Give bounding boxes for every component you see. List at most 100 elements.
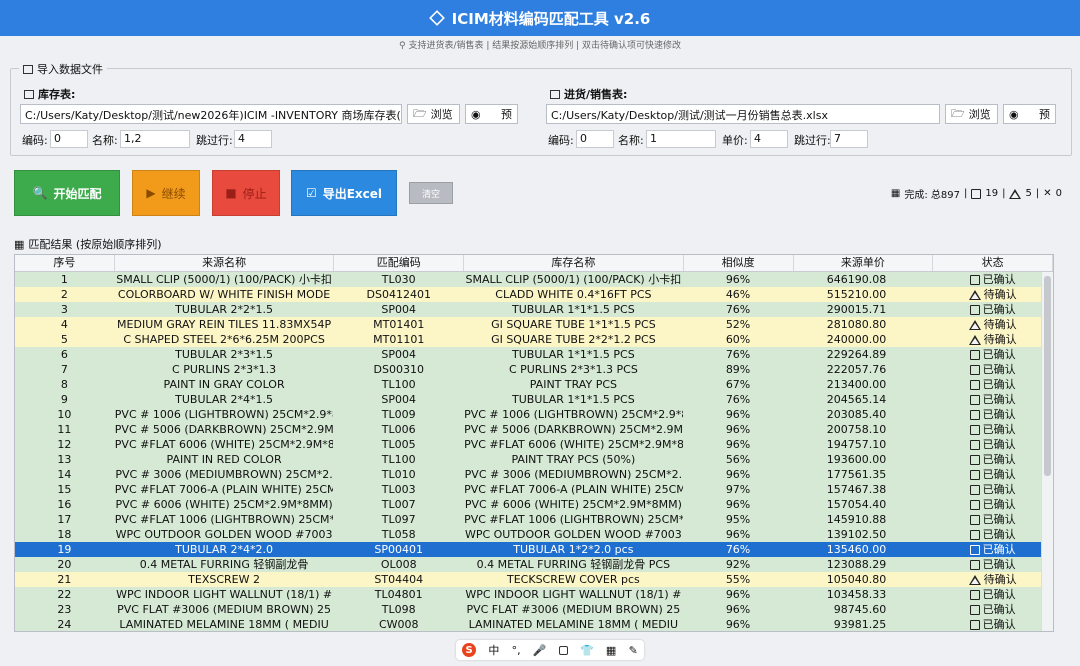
sales-preview-button[interactable]: ◉ 预 (1003, 104, 1056, 124)
table-scrollbar[interactable] (1041, 272, 1053, 631)
cell-source-name: SMALL CLIP (5000/1) (100/PACK) 小卡扣 (116, 273, 332, 286)
export-excel-button[interactable]: ☑ 导出Excel (291, 170, 397, 216)
table-row[interactable]: 5 C SHAPED STEEL 2*6*6.25M 200PCS MT01101 G… (15, 332, 1053, 347)
sogou-logo-icon[interactable]: S (462, 643, 477, 657)
cell-similarity: 97% (725, 483, 751, 496)
cell-source-price: 646190.08 (826, 273, 887, 286)
cell-index: 5 (60, 333, 68, 346)
inventory-path-field[interactable]: C:/Users/Katy/Desktop/测试/new2026年)ICIM -… (20, 104, 402, 124)
cell-similarity: 52% (725, 318, 751, 331)
status-text: 待确认 (983, 573, 1017, 586)
cell-inventory-name: GI SQUARE TUBE 1*1*1.5 PCS (491, 318, 656, 331)
cell-match-code: TL006 (381, 423, 416, 436)
start-match-button[interactable]: 🔍 开始匹配 (14, 170, 120, 216)
table-row[interactable]: 22 WPC INDOOR LIGHT WALLNUT (18/1) # TL048… (15, 587, 1053, 602)
table-row[interactable]: 14 PVC # 3006 (MEDIUMBROWN) 25CM*2. TL010 P… (15, 467, 1053, 482)
table-row[interactable]: 8 PAINT IN GRAY COLOR TL100 PAINT TRAY PCS 6… (15, 377, 1053, 392)
col-match-code[interactable]: 匹配编码 (334, 255, 465, 271)
clear-button[interactable]: 清空 (409, 182, 453, 204)
col-status[interactable]: 状态 (933, 255, 1053, 271)
cell-similarity: 60% (725, 333, 751, 346)
cell-status: 已确认 (933, 617, 1053, 631)
table-row[interactable]: 1 SMALL CLIP (5000/1) (100/PACK) 小卡扣 TL030… (15, 272, 1053, 287)
table-row[interactable]: 13 PAINT IN RED COLOR TL100 PAINT TRAY PCS … (15, 452, 1053, 467)
cell-inventory-name: TUBULAR 1*1*1.5 PCS (512, 393, 635, 406)
mic-icon[interactable]: 🎤 (533, 644, 547, 657)
col-index[interactable]: 序号 (15, 255, 115, 271)
sales-path-field[interactable]: C:/Users/Katy/Desktop/测试/测试一月份销售总表.xlsx (546, 104, 940, 124)
cell-similarity: 95% (725, 513, 751, 526)
scroll-thumb[interactable] (1044, 276, 1051, 476)
punct-icon[interactable]: °, (512, 644, 521, 657)
table-row[interactable]: 2 COLORBOARD W/ WHITE FINISH MODE DS041240… (15, 287, 1053, 302)
cell-match-code: ST04404 (374, 573, 424, 586)
inventory-browse-button[interactable]: 🗁 浏览 (407, 104, 460, 124)
sales-browse-button[interactable]: 🗁 浏览 (945, 104, 998, 124)
cell-source-price: 103458.33 (826, 588, 887, 601)
cell-source-name: PVC #FLAT 1006 (LIGHTBROWN) 25CM* (114, 513, 335, 526)
cell-inventory-name: PVC #FLAT 6006 (WHITE) 25CM*2.9M*8 (464, 438, 684, 451)
cell-source-price: 203085.40 (826, 408, 887, 421)
inv-name-field[interactable]: 1,2 (120, 130, 190, 148)
table-row[interactable]: 6 TUBULAR 2*3*1.5 SP004 TUBULAR 1*1*1.5 PCS… (15, 347, 1053, 362)
subtitle: ⚲ 支持进货表/销售表 | 结果按源始顺序排列 | 双击待确认项可快速修改 (399, 41, 681, 51)
table-row[interactable]: 18 WPC OUTDOOR GOLDEN WOOD #7003 TL058 WPC … (15, 527, 1053, 542)
col-inventory-name[interactable]: 库存名称 (464, 255, 684, 271)
cell-match-code: SP00401 (374, 543, 424, 556)
cell-match-code: TL009 (381, 408, 416, 421)
keyboard-icon[interactable] (558, 645, 568, 655)
cell-match-code: SP004 (381, 303, 417, 316)
table-row[interactable]: 10 PVC # 1006 (LIGHTBROWN) 25CM*2.9*8 TL00… (15, 407, 1053, 422)
table-row[interactable]: 17 PVC #FLAT 1006 (LIGHTBROWN) 25CM* TL097… (15, 512, 1053, 527)
skin-icon[interactable]: 👕 (580, 644, 594, 657)
cell-inventory-name: PVC # 3006 (MEDIUMBROWN) 25CM*2. (464, 468, 683, 481)
cell-status: 已确认 (933, 272, 1053, 287)
col-source-name[interactable]: 来源名称 (115, 255, 335, 271)
sales-name-field[interactable]: 1 (646, 130, 716, 148)
cell-match-code: MT01401 (373, 318, 425, 331)
cell-status: 已确认 (933, 482, 1053, 497)
table-row[interactable]: 21 TEXSCREW 2 ST04404 TECKSCREW COVER pcs 55… (15, 572, 1053, 587)
title-bar: ICIM材料编码匹配工具 v2.6 (0, 0, 1080, 36)
cell-source-price: 105040.80 (826, 573, 887, 586)
results-table[interactable]: 序号 来源名称 匹配编码 库存名称 相似度 来源单价 状态 1 SMALL CLI… (14, 254, 1054, 632)
sales-price-field[interactable]: 4 (750, 130, 788, 148)
cell-similarity: 96% (725, 618, 751, 631)
status-text: 已确认 (982, 468, 1016, 481)
col-similarity[interactable]: 相似度 (684, 255, 794, 271)
table-row[interactable]: 4 MEDIUM GRAY REIN TILES 11.83MX54P MT0140… (15, 317, 1053, 332)
table-row[interactable]: 15 PVC #FLAT 7006-A (PLAIN WHITE) 25CM TL0… (15, 482, 1053, 497)
table-row[interactable]: 19 TUBULAR 2*4*2.0 SP00401 TUBULAR 1*2*2.0 … (15, 542, 1053, 557)
continue-button[interactable]: ▶ 继续 (132, 170, 200, 216)
status-text: 已确认 (982, 423, 1016, 436)
inv-code-field[interactable]: 0 (50, 130, 88, 148)
inventory-label: 库存表: (24, 86, 75, 102)
cell-source-name: PVC # 3006 (MEDIUMBROWN) 25CM*2. (115, 468, 333, 481)
table-row[interactable]: 12 PVC #FLAT 6006 (WHITE) 25CM*2.9M*8 TL00… (15, 437, 1053, 452)
inv-skip-field[interactable]: 4 (234, 130, 272, 148)
check-icon (969, 364, 980, 375)
cell-source-name: COLORBOARD W/ WHITE FINISH MODE (117, 288, 331, 301)
grid-icon[interactable]: ▦ (606, 644, 616, 657)
sales-skip-field[interactable]: 7 (830, 130, 868, 148)
table-row[interactable]: 7 C PURLINS 2*3*1.3 DS00310 C PURLINS 2*3*1… (15, 362, 1053, 377)
table-row[interactable]: 3 TUBULAR 2*2*1.5 SP004 TUBULAR 1*1*1.5 PCS… (15, 302, 1053, 317)
table-row[interactable]: 23 PVC FLAT #3006 (MEDIUM BROWN) 25 TL098 P… (15, 602, 1053, 617)
tools-icon[interactable]: ✎ (629, 644, 638, 657)
sales-code-field[interactable]: 0 (576, 130, 614, 148)
table-body: 1 SMALL CLIP (5000/1) (100/PACK) 小卡扣 TL030… (15, 272, 1053, 631)
ime-lang[interactable]: 中 (488, 642, 499, 658)
col-source-price[interactable]: 来源单价 (794, 255, 934, 271)
table-row[interactable]: 20 0.4 METAL FURRING 轻钢副龙骨 OL008 0.4 METAL … (15, 557, 1053, 572)
play-icon: ▶ (146, 186, 156, 200)
table-row[interactable]: 16 PVC # 6006 (WHITE) 25CM*2.9M*8MM) TL007… (15, 497, 1053, 512)
table-row[interactable]: 24 LAMINATED MELAMINE 18MM ( MEDIU CW008 LA… (15, 617, 1053, 631)
cell-inventory-name: PVC # 1006 (LIGHTBROWN) 25CM*2.9*8 (464, 408, 684, 421)
cell-inventory-name: PVC #FLAT 7006-A (PLAIN WHITE) 25CM (464, 483, 684, 496)
table-row[interactable]: 11 PVC # 5006 (DARKBROWN) 25CM*2.9M TL006 P… (15, 422, 1053, 437)
close-icon: ✕ (1043, 188, 1052, 199)
inventory-preview-button[interactable]: ◉ 预 (465, 104, 518, 124)
cell-index: 3 (60, 303, 68, 316)
table-row[interactable]: 9 TUBULAR 2*4*1.5 SP004 TUBULAR 1*1*1.5 PCS… (15, 392, 1053, 407)
stop-button[interactable]: ■ 停止 (212, 170, 280, 216)
